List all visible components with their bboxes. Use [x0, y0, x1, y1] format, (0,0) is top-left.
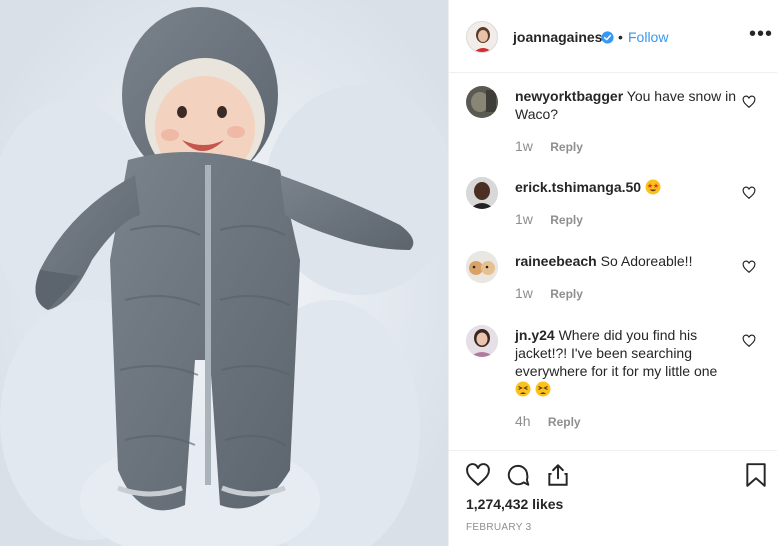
heart-icon[interactable] — [465, 462, 491, 488]
comment-username[interactable]: newyorktbagger — [515, 88, 623, 104]
baby-snow-angel-image — [0, 0, 448, 546]
comments-list[interactable]: newyorktbagger You have snow in Waco? 1w… — [449, 73, 777, 450]
post-date: FEBRUARY 3 — [466, 522, 532, 533]
comment-username[interactable]: jn.y24 — [515, 327, 555, 343]
commenter-avatar-image — [466, 177, 498, 209]
reply-button[interactable]: Reply — [550, 140, 583, 154]
comment-meta: 1w Reply — [515, 211, 583, 227]
post-side-panel: joannagaines • Follow ••• newyorktbagger… — [448, 0, 777, 546]
reply-button[interactable]: Reply — [550, 287, 583, 301]
commenter-avatar[interactable] — [466, 86, 498, 118]
comment-age: 4h — [515, 413, 531, 429]
comment-age: 1w — [515, 138, 533, 154]
heart-icon[interactable] — [742, 186, 756, 200]
comment-text: raineebeach So Adoreable!! — [515, 252, 737, 270]
comment-meta: 4h Reply — [515, 413, 581, 429]
post-actions-bar: 1,274,432 likes FEBRUARY 3 — [449, 450, 777, 546]
post-header: joannagaines • Follow ••• — [449, 0, 777, 73]
reply-button[interactable]: Reply — [548, 415, 581, 429]
author-avatar[interactable] — [466, 21, 498, 53]
commenter-avatar-image — [466, 251, 498, 283]
star-struck-emoji-icon — [645, 179, 661, 195]
likes-count[interactable]: 1,274,432 likes — [466, 496, 563, 512]
tired-face-emoji-icon — [515, 381, 531, 397]
heart-icon[interactable] — [742, 334, 756, 348]
comment-icon[interactable] — [505, 462, 531, 488]
commenter-avatar[interactable] — [466, 177, 498, 209]
commenter-avatar-image — [466, 325, 498, 357]
more-options-icon[interactable]: ••• — [749, 24, 773, 44]
comment-age: 1w — [515, 285, 533, 301]
post-photo[interactable] — [0, 0, 448, 546]
comment-meta: 1w Reply — [515, 285, 583, 301]
commenter-avatar[interactable] — [466, 251, 498, 283]
follow-button[interactable]: Follow — [628, 29, 668, 45]
comment-username[interactable]: erick.tshimanga.50 — [515, 179, 641, 195]
comment-meta: 1w Reply — [515, 138, 583, 154]
bookmark-icon[interactable] — [745, 462, 767, 488]
heart-icon[interactable] — [742, 95, 756, 109]
comment-body: So Adoreable!! — [600, 253, 693, 269]
comment-text: erick.tshimanga.50 — [515, 178, 737, 196]
share-icon[interactable] — [545, 462, 571, 488]
author-avatar-image — [467, 22, 497, 52]
tired-face-emoji-icon — [535, 381, 551, 397]
heart-icon[interactable] — [742, 260, 756, 274]
header-separator: • — [618, 29, 623, 45]
reply-button[interactable]: Reply — [550, 213, 583, 227]
comment-text: jn.y24 Where did you find his jacket!?! … — [515, 326, 737, 398]
comment-text: newyorktbagger You have snow in Waco? — [515, 87, 737, 123]
author-username[interactable]: joannagaines — [513, 29, 602, 45]
verified-badge-icon — [601, 31, 614, 44]
commenter-avatar-image — [466, 86, 498, 118]
comment-username[interactable]: raineebeach — [515, 253, 597, 269]
commenter-avatar[interactable] — [466, 325, 498, 357]
comment-age: 1w — [515, 211, 533, 227]
